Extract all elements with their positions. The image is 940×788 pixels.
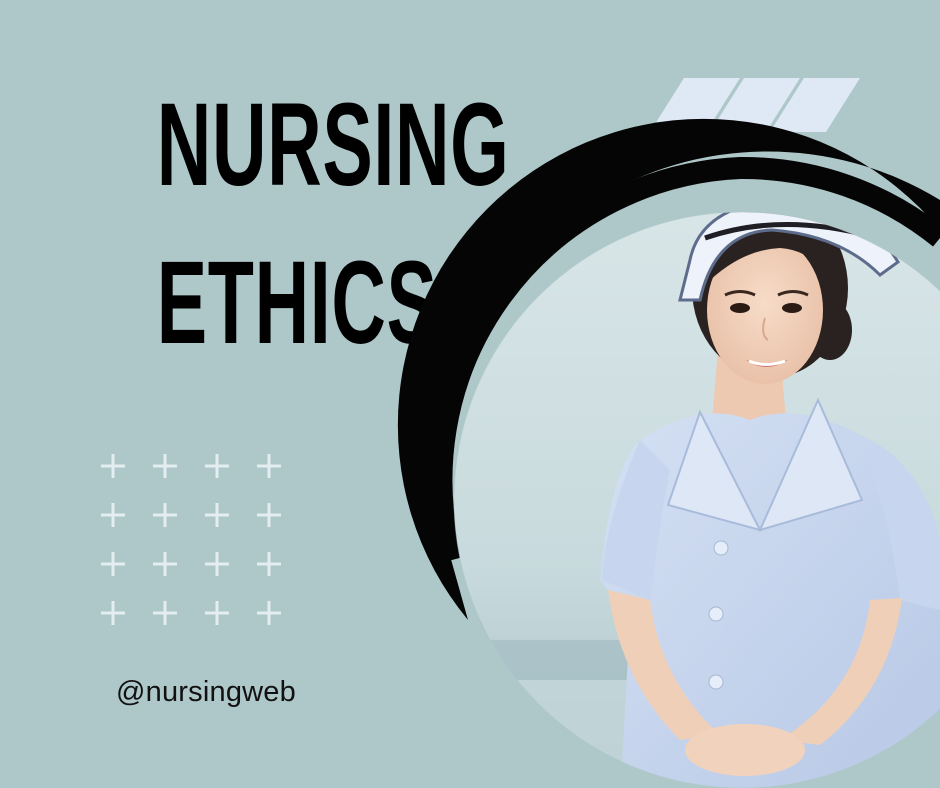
poster-canvas: NURSING ETHICS @nursingweb [0,0,940,788]
social-handle: @nursingweb [116,676,296,708]
nurse-photo-frame [397,118,940,788]
